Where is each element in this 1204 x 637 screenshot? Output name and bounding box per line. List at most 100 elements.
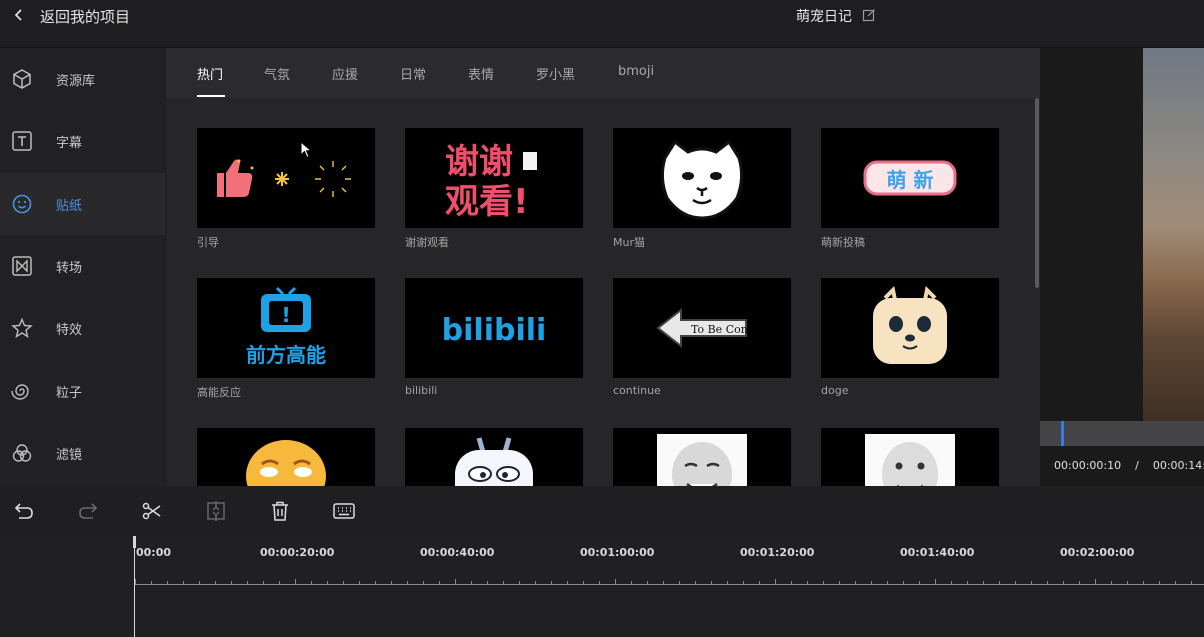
keyboard-icon[interactable] bbox=[332, 499, 356, 523]
sticker-card[interactable]: To Be Con continue bbox=[613, 278, 791, 397]
smiley-icon bbox=[12, 194, 32, 214]
split-icon[interactable] bbox=[140, 499, 164, 523]
thumbs-up-sticker-art bbox=[217, 159, 351, 197]
sticker-card[interactable]: Mur猫 bbox=[613, 128, 791, 250]
sidebar-item-filters[interactable]: 滤镜 bbox=[0, 422, 165, 484]
sidebar-item-particles[interactable]: 粒子 bbox=[0, 360, 165, 422]
sticker-art-text: ! bbox=[281, 303, 290, 327]
sticker-card[interactable]: ! 前方高能 高能反应 bbox=[197, 278, 375, 400]
preview-progress-track[interactable] bbox=[1040, 421, 1204, 446]
sticker-caption: 谢谢观看 bbox=[405, 236, 449, 249]
sticker-panel: 热门 气氛 应援 日常 表情 罗小黑 bmoji 引导 谢谢 观看! 谢谢观看 … bbox=[166, 48, 1040, 486]
preview-progress-handle[interactable] bbox=[1061, 421, 1064, 446]
sidebar-item-label: 贴纸 bbox=[56, 198, 83, 214]
back-label: 返回我的项目 bbox=[40, 7, 131, 26]
sticker-art-text: To Be Con bbox=[691, 323, 748, 336]
sticker-card[interactable]: 引导 bbox=[197, 128, 375, 250]
sticker-card[interactable]: 萌 新 萌新投稿 bbox=[821, 128, 999, 250]
video-frame bbox=[1143, 48, 1204, 421]
emoji-face-sticker-art bbox=[246, 440, 326, 486]
timeline-label: 00:02:00:00 bbox=[1060, 546, 1135, 559]
robot-face-sticker-art bbox=[455, 437, 533, 486]
sticker-art-text: 观看! bbox=[445, 182, 529, 222]
undo-icon[interactable] bbox=[12, 499, 36, 523]
sticker-thumbnail[interactable]: bilibili bbox=[405, 278, 583, 378]
sticker-thumbnail[interactable] bbox=[613, 128, 791, 228]
tab-luoxiaohei[interactable]: 罗小黑 bbox=[536, 64, 575, 83]
sticker-caption: 引导 bbox=[197, 236, 219, 249]
cube-icon bbox=[13, 69, 31, 89]
meme-face-sticker-art bbox=[865, 434, 955, 486]
sidebar-item-label: 资源库 bbox=[56, 73, 96, 89]
sticker-card[interactable]: bilibili bilibili bbox=[405, 278, 583, 397]
sticker-card[interactable] bbox=[821, 428, 999, 486]
sidebar-item-label: 滤镜 bbox=[56, 447, 83, 463]
total-time: 00:00:14:1 bbox=[1152, 459, 1204, 472]
tab-hot[interactable]: 热门 bbox=[197, 64, 223, 83]
sticker-card[interactable] bbox=[405, 428, 583, 486]
filter-circles-icon bbox=[12, 444, 32, 462]
to-be-continued-sticker-art: To Be Con bbox=[656, 307, 748, 349]
chevron-left-icon bbox=[12, 7, 26, 26]
sidebar-item-label: 字幕 bbox=[56, 135, 83, 151]
sticker-thumbnail[interactable]: To Be Con bbox=[613, 278, 791, 378]
sticker-thumbnail[interactable] bbox=[405, 428, 583, 486]
sticker-thumbnail[interactable] bbox=[613, 428, 791, 486]
cat-sticker-art bbox=[660, 139, 744, 220]
timeline-label: 00:00:40:00 bbox=[420, 546, 495, 559]
sticker-thumbnail[interactable] bbox=[197, 128, 375, 228]
sticker-caption: doge bbox=[821, 384, 849, 397]
sticker-tabs: 热门 气氛 应援 日常 表情 罗小黑 bmoji bbox=[166, 48, 1040, 98]
sticker-thumbnail[interactable]: 萌 新 bbox=[821, 128, 999, 228]
sticker-card[interactable]: doge bbox=[821, 278, 999, 397]
meme-face-sticker-art bbox=[657, 434, 747, 486]
sidebar-item-transitions[interactable]: 转场 bbox=[0, 235, 165, 297]
sticker-art-text: 萌 新 bbox=[887, 168, 934, 192]
timeline-label: 00:01:00:00 bbox=[580, 546, 655, 559]
tab-emoji[interactable]: 表情 bbox=[468, 64, 494, 83]
crop-icon[interactable] bbox=[204, 499, 228, 523]
sticker-thumbnail[interactable] bbox=[197, 428, 375, 486]
sidebar: 资源库 字幕 贴纸 转场 特效 粒子 滤镜 bbox=[0, 48, 165, 486]
current-time: 00:00:00:10 bbox=[1054, 459, 1122, 472]
preview-timecode: 00:00:00:10 / 00:00:14:1 bbox=[1054, 459, 1204, 472]
timeline-label: 00:00:20:00 bbox=[260, 546, 335, 559]
text-box-icon bbox=[12, 131, 32, 151]
sticker-card[interactable] bbox=[197, 428, 375, 486]
timeline-playhead[interactable] bbox=[133, 536, 136, 637]
time-separator: / bbox=[1135, 459, 1139, 472]
sidebar-item-label: 特效 bbox=[56, 322, 83, 338]
timeline[interactable]: 00:00 00:00:20:00 00:00:40:00 00:01:00:0… bbox=[0, 536, 1204, 637]
sticker-panel-scrollbar[interactable] bbox=[1035, 98, 1039, 288]
tab-daily[interactable]: 日常 bbox=[400, 64, 426, 83]
redo-icon[interactable] bbox=[76, 499, 100, 523]
sticker-thumbnail[interactable]: ! 前方高能 bbox=[197, 278, 375, 378]
sticker-thumbnail[interactable] bbox=[821, 428, 999, 486]
sticker-card[interactable] bbox=[613, 428, 791, 486]
tab-cheer[interactable]: 应援 bbox=[332, 64, 358, 83]
transition-icon bbox=[12, 256, 32, 276]
star-icon bbox=[11, 317, 33, 339]
sticker-thumbnail[interactable]: 谢谢 观看! bbox=[405, 128, 583, 228]
edit-icon[interactable] bbox=[862, 7, 876, 26]
bilibili-logo-sticker: bilibili bbox=[442, 313, 547, 348]
project-title: 萌宠日记 bbox=[796, 9, 852, 25]
sidebar-item-library[interactable]: 资源库 bbox=[0, 48, 165, 110]
sidebar-item-effects[interactable]: 特效 bbox=[0, 297, 165, 359]
sticker-caption: 萌新投稿 bbox=[821, 236, 865, 249]
tab-atmosphere[interactable]: 气氛 bbox=[264, 64, 290, 83]
sticker-grid: 引导 谢谢 观看! 谢谢观看 Mur猫 萌 新 萌新投稿 ! 前方高能 高能反应… bbox=[166, 98, 1040, 486]
sticker-caption: Mur猫 bbox=[613, 236, 645, 249]
tab-bmoji[interactable]: bmoji bbox=[618, 64, 654, 79]
delete-icon[interactable] bbox=[268, 499, 292, 523]
back-to-projects-button[interactable]: 返回我的项目 bbox=[12, 4, 130, 28]
sidebar-item-stickers[interactable]: 贴纸 bbox=[0, 173, 165, 235]
sidebar-item-subtitles[interactable]: 字幕 bbox=[0, 110, 165, 172]
sticker-art-text: 前方高能 bbox=[246, 343, 326, 367]
sticker-caption: continue bbox=[613, 384, 661, 397]
timeline-ruler bbox=[135, 579, 1204, 585]
sidebar-item-label: 粒子 bbox=[56, 385, 83, 401]
sticker-thumbnail[interactable] bbox=[821, 278, 999, 378]
thanks-sticker-art: 谢谢 观看! bbox=[445, 142, 537, 222]
sticker-card[interactable]: 谢谢 观看! 谢谢观看 bbox=[405, 128, 583, 250]
